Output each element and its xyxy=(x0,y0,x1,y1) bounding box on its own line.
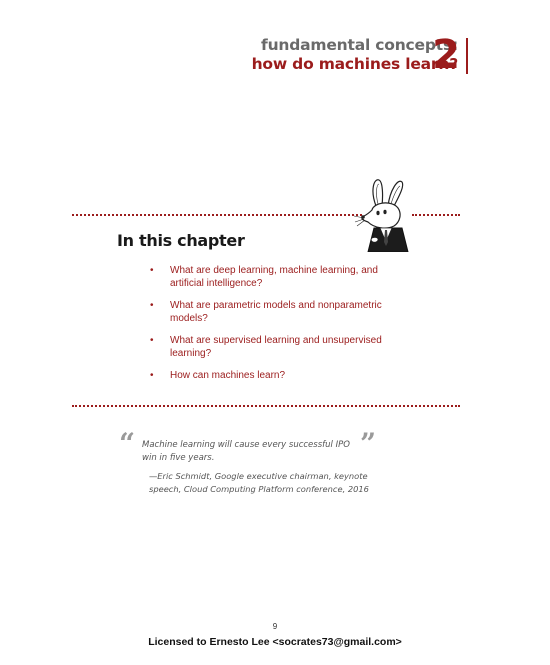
topic-text: How can machines learn? xyxy=(170,370,286,381)
book-page: fundamental concepts: how do machines le… xyxy=(0,0,550,665)
license-notice: Licensed to Ernesto Lee <socrates73@gmai… xyxy=(148,636,402,648)
top-dotted-rule-right xyxy=(412,214,460,216)
epigraph-attribution: —Eric Schmidt, Google executive chairman… xyxy=(149,471,369,494)
top-dotted-rule xyxy=(72,214,362,216)
list-item: • How can machines learn? xyxy=(150,369,400,382)
list-item: • What are parametric models and nonpara… xyxy=(150,299,400,325)
list-item: • What are deep learning, machine learni… xyxy=(150,264,400,290)
bottom-dotted-rule xyxy=(72,405,460,407)
page-number: 9 xyxy=(272,622,278,631)
chapter-number: 2 xyxy=(432,32,460,78)
chapter-contents-heading: In this chapter xyxy=(117,231,245,250)
epigraph-text: Machine learning will cause every succes… xyxy=(142,440,350,463)
topic-text: What are parametric models and nonparame… xyxy=(170,300,382,324)
close-quote-icon: ” xyxy=(360,427,377,460)
topic-text: What are deep learning, machine learning… xyxy=(170,265,378,289)
bullet-icon: • xyxy=(150,370,154,381)
chapter-divider xyxy=(466,38,468,74)
list-item: • What are supervised learning and unsup… xyxy=(150,334,400,360)
mouse-mascot-icon xyxy=(353,179,409,252)
chapter-topic-list: • What are deep learning, machine learni… xyxy=(150,264,400,391)
bullet-icon: • xyxy=(150,265,154,276)
bullet-icon: • xyxy=(150,335,154,346)
bullet-icon: • xyxy=(150,300,154,311)
open-quote-icon: “ xyxy=(119,427,136,460)
topic-text: What are supervised learning and unsuper… xyxy=(170,335,382,359)
